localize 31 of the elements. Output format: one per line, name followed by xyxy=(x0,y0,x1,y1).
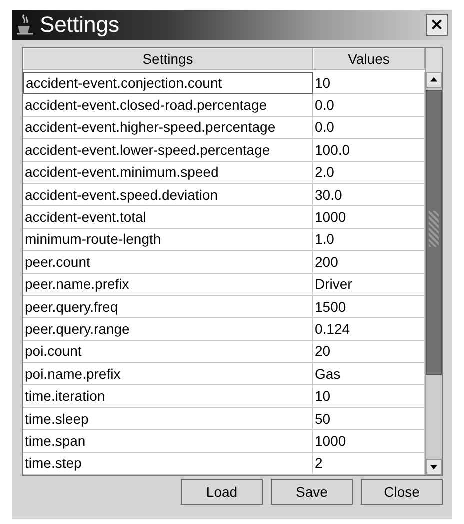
table-cell[interactable]: accident-event.total xyxy=(23,206,313,229)
cup-icon xyxy=(16,14,34,36)
close-button[interactable]: × xyxy=(426,14,448,36)
table-cell[interactable]: time.step xyxy=(23,452,313,476)
table-cell[interactable]: peer.query.range xyxy=(23,318,313,341)
table-cell[interactable]: accident-event.minimum.speed xyxy=(23,162,313,184)
window-title: Settings xyxy=(40,12,120,38)
save-button[interactable]: Save xyxy=(271,479,353,506)
table-cell[interactable]: poi.name.prefix xyxy=(23,363,313,386)
table-cell[interactable]: peer.name.prefix xyxy=(23,274,313,296)
table-cell[interactable]: accident-event.conjection.count xyxy=(23,72,313,94)
table-cell[interactable]: accident-event.higher-speed.percentage xyxy=(23,116,313,140)
table-cell[interactable]: poi.count xyxy=(23,340,313,364)
scroll-up-icon[interactable] xyxy=(426,72,442,88)
scrollbar[interactable] xyxy=(425,48,442,476)
table-cell[interactable]: accident-event.lower-speed.percentage xyxy=(23,139,313,162)
table-cell[interactable]: peer.query.freq xyxy=(23,296,313,318)
scroll-thumb[interactable] xyxy=(426,90,442,375)
table-cell[interactable]: time.iteration xyxy=(23,385,313,408)
load-button[interactable]: Load xyxy=(181,479,263,506)
column-header[interactable]: Values xyxy=(313,48,425,70)
table-cell[interactable]: accident-event.speed.deviation xyxy=(23,184,313,206)
close-button[interactable]: Close xyxy=(361,479,443,506)
table-cell[interactable]: peer.count xyxy=(23,251,313,274)
scroll-down-icon[interactable] xyxy=(426,459,442,476)
table-cell[interactable]: minimum-route-length xyxy=(23,228,313,252)
header-corner xyxy=(426,48,442,72)
column-header[interactable]: Settings xyxy=(23,48,313,70)
table-cell[interactable]: time.sleep xyxy=(23,408,313,430)
table-cell[interactable]: accident-event.closed-road.percentage xyxy=(23,94,313,117)
table-cell[interactable]: time.span xyxy=(23,430,313,453)
